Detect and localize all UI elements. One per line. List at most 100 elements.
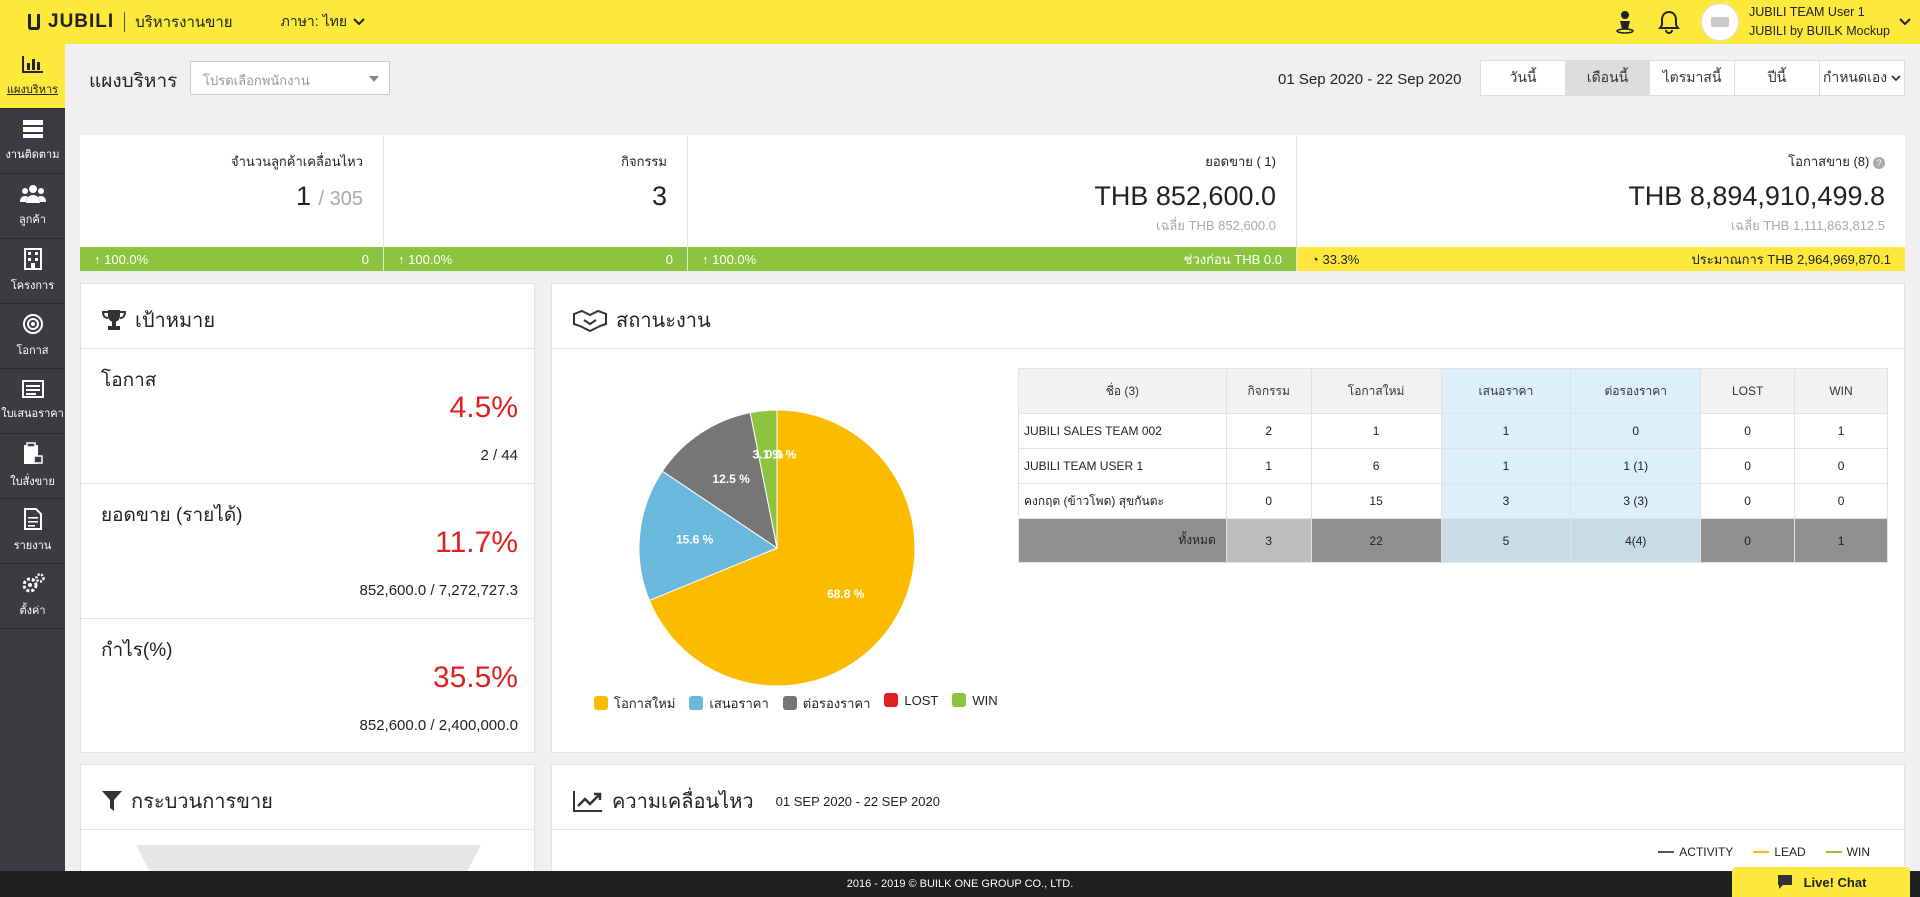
table-header-row: ชื่อ (3) กิจกรรม โอกาสใหม่ เสนอราคา ต่อร… — [1018, 368, 1888, 414]
growth-value: 33.3% — [1322, 251, 1360, 267]
legend-item-quotation[interactable]: เสนอราคา — [689, 693, 769, 714]
bell-icon[interactable] — [1647, 0, 1691, 44]
cell-negotiation: 1 (1) — [1570, 448, 1702, 484]
list-icon — [21, 380, 44, 398]
employee-select[interactable]: โปรดเลือกพนักงาน — [190, 61, 390, 95]
cell-new-opportunity: 1 — [1310, 413, 1442, 449]
status-table: ชื่อ (3) กิจกรรม โอกาสใหม่ เสนอราคา ต่อร… — [1018, 368, 1888, 563]
sidebar-item-reports[interactable]: รายงาน — [0, 499, 65, 564]
user-menu-chevron-icon[interactable] — [1890, 18, 1920, 26]
sidebar-item-opportunities[interactable]: โอกาส — [0, 304, 65, 369]
user-location-icon[interactable] — [1603, 0, 1647, 44]
legend-item-lost[interactable]: LOST — [884, 693, 938, 714]
legend-item-lead[interactable]: LEAD — [1753, 845, 1806, 859]
table-row[interactable]: JUBILI TEAM USER 1 1 6 1 1 (1) 0 0 — [1018, 448, 1888, 484]
growth: ↑ 100.0% — [398, 251, 453, 267]
legend-label: โอกาสใหม่ — [614, 696, 676, 711]
goal-percent: 4.5% — [449, 391, 518, 424]
column-header-name[interactable]: ชื่อ (3) — [1018, 368, 1227, 414]
cell-total-label: ทั้งหมด — [1018, 518, 1227, 563]
stat-bar-right: 0 — [361, 251, 369, 267]
help-icon[interactable]: ? — [1873, 157, 1885, 169]
live-chat-button[interactable]: Live! Chat — [1732, 867, 1910, 897]
sidebar-item-label: ตั้งค่า — [19, 605, 46, 617]
growth-value: 100.0% — [408, 251, 453, 267]
goal-name: โอกาส — [101, 370, 157, 391]
legend-item-win[interactable]: WIN — [1825, 845, 1870, 859]
legend-label: ACTIVITY — [1679, 845, 1734, 859]
period-year-button[interactable]: ปีนี้ — [1735, 61, 1820, 95]
stat-bar: ↑ 100.0% ช่วงก่อน THB 0.0 — [688, 247, 1296, 271]
user-name: JUBILI TEAM User 1 — [1748, 5, 1865, 19]
legend-item-win[interactable]: WIN — [952, 693, 998, 714]
cell-lost: 0 — [1700, 448, 1796, 484]
pie-label-new-opportunity: 68.8 % — [827, 587, 865, 601]
cell-total-negotiation: 4(4) — [1570, 518, 1702, 563]
funnel-icon — [102, 791, 122, 811]
legend-item-new-opportunity[interactable]: โอกาสใหม่ — [594, 693, 675, 714]
movement-divider — [552, 829, 1904, 830]
movement-card: ความเคลื่อนไหว 01 SEP 2020 - 22 SEP 2020 — [551, 764, 1905, 884]
sidebar-item-quotations[interactable]: ใบเสนอราคา — [0, 369, 65, 434]
sidebar-item-tasks[interactable]: งานติดตาม — [0, 109, 65, 174]
sidebar-item-sales-orders[interactable]: ใบสั่งขาย — [0, 434, 65, 499]
growth: ↑ 100.0% — [702, 251, 757, 267]
stat-label: ยอดขาย ( 1) — [1205, 154, 1276, 169]
table-row[interactable]: คงกฤต (ข้าวโพด) สุขกันตะ 0 15 3 3 (3) 0 … — [1018, 483, 1888, 519]
period-quarter-button[interactable]: ไตรมาสนี้ — [1650, 61, 1735, 95]
sidebar: แผงบริหาร งานติดตาม ลูกค้า โครงการ โอกาส… — [0, 44, 75, 897]
goal-ratio: 852,600.0 / 2,400,000.0 — [359, 717, 518, 734]
column-header-activity[interactable]: กิจกรรม — [1225, 368, 1312, 414]
brand-name: JUBILI — [48, 11, 115, 32]
status-title-text: สถานะงาน — [616, 310, 711, 332]
status-pie-chart: 68.8 %15.6 %12.5 %3.1 %0.0 % — [638, 409, 916, 687]
process-title-text: กระบวนการขาย — [131, 791, 273, 813]
cell-negotiation: 0 — [1570, 413, 1702, 449]
stat-value-total: / 305 — [318, 188, 363, 210]
stat-activities: กิจกรรม 3 ↑ 100.0% 0 — [384, 135, 688, 271]
period-month-button[interactable]: เดือนนี้ — [1566, 61, 1650, 95]
column-header-quotation[interactable]: เสนอราคา — [1440, 368, 1572, 414]
column-header-lost[interactable]: LOST — [1700, 368, 1796, 414]
period-today-button[interactable]: วันนี้ — [1481, 61, 1566, 95]
stat-average: เฉลี่ย THB 1,111,863,812.5 — [1730, 218, 1885, 233]
sidebar-item-projects[interactable]: โครงการ — [0, 239, 65, 304]
cell-lost: 0 — [1700, 413, 1796, 449]
growth-value: 100.0% — [712, 251, 757, 267]
sidebar-item-label: ใบสั่งขาย — [10, 476, 55, 488]
sidebar-item-customers[interactable]: ลูกค้า — [0, 174, 65, 239]
goals-card: เป้าหมาย โอกาส 4.5% 2 / 44 ยอดขาย (รายได… — [80, 283, 535, 753]
period-custom-button[interactable]: กำหนดเอง — [1820, 61, 1904, 95]
brand[interactable]: JUBILI บริหารงานขาย — [28, 10, 233, 34]
column-header-new-opportunity[interactable]: โอกาสใหม่ — [1310, 368, 1442, 414]
cell-win: 0 — [1794, 448, 1888, 484]
line-chart-icon — [573, 791, 602, 812]
cell-name: JUBILI SALES TEAM 002 — [1018, 413, 1227, 449]
goals-title-text: เป้าหมาย — [135, 310, 216, 332]
employee-select-placeholder: โปรดเลือกพนักงาน — [203, 73, 310, 88]
sidebar-item-dashboard[interactable]: แผงบริหาร — [0, 44, 75, 109]
user-info[interactable]: JUBILI TEAM User 1 JUBILI by BUILK Mocku… — [1749, 3, 1890, 41]
legend-label: LOST — [904, 693, 939, 708]
sidebar-item-settings[interactable]: ตั้งค่า — [0, 564, 65, 629]
avatar-image — [1710, 17, 1729, 27]
table-row[interactable]: JUBILI SALES TEAM 002 2 1 1 0 0 1 — [1018, 413, 1888, 449]
column-header-win[interactable]: WIN — [1794, 368, 1888, 414]
table-total-row: ทั้งหมด 3 22 5 4(4) 0 1 — [1018, 518, 1888, 563]
sidebar-item-label: งานติดตาม — [5, 149, 60, 161]
brand-divider — [124, 12, 126, 32]
avatar[interactable] — [1700, 3, 1739, 41]
legend-item-activity[interactable]: ACTIVITY — [1658, 845, 1733, 859]
live-chat-label: Live! Chat — [1803, 874, 1867, 890]
cell-new-opportunity: 15 — [1310, 483, 1442, 519]
process-divider — [81, 829, 534, 830]
period-custom-label: กำหนดเอง — [1822, 69, 1888, 85]
cell-quotation: 3 — [1440, 483, 1572, 519]
page-header: แผงบริหาร โปรดเลือกพนักงาน 01 Sep 2020 -… — [65, 44, 1920, 110]
column-header-negotiation[interactable]: ต่อรองราคา — [1570, 368, 1702, 414]
sidebar-item-label: โครงการ — [10, 280, 55, 292]
legend-item-negotiation[interactable]: ต่อรองราคา — [782, 693, 870, 714]
legend-label: เสนอราคา — [709, 696, 769, 711]
language-selector[interactable]: ภาษา: ไทย — [281, 11, 365, 33]
cell-total-new-opportunity: 22 — [1310, 518, 1442, 563]
